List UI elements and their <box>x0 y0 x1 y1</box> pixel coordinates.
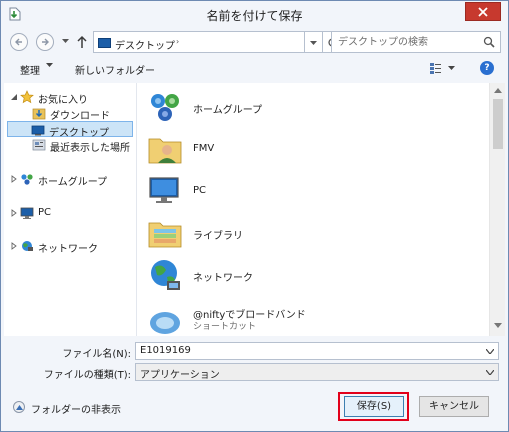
scroll-up-arrow-icon[interactable] <box>494 88 502 93</box>
close-icon <box>478 7 488 17</box>
up-arrow-icon[interactable] <box>75 34 89 50</box>
arrow-left-icon <box>15 38 22 46</box>
tree-item-favorites[interactable]: お気に入り <box>8 89 133 106</box>
item-name: ライブラリ <box>193 231 243 242</box>
computer-icon <box>20 207 34 219</box>
chevron-up-icon <box>16 405 23 410</box>
desktop-icon <box>31 125 45 136</box>
collapse-circle-icon[interactable] <box>13 401 25 413</box>
tree-item-label: 最近表示した場所 <box>50 143 130 154</box>
recent-places-icon <box>32 139 46 151</box>
user-folder-icon <box>148 138 182 164</box>
breadcrumb-chevron-icon[interactable]: › <box>176 37 179 46</box>
list-item-pc[interactable]: PC <box>147 173 467 213</box>
title-bar: 名前を付けて保存 <box>1 1 508 27</box>
chevron-down-icon[interactable] <box>448 66 455 71</box>
breadcrumb-desktop[interactable]: デスクトップ <box>115 37 175 52</box>
vertical-scrollbar[interactable] <box>489 83 505 336</box>
tree-item-label: PC <box>38 207 52 218</box>
hide-folders-label[interactable]: フォルダーの非表示 <box>31 401 121 416</box>
file-list[interactable]: ホームグループ FMV PC ライブラリ ネットワーク @niftyでブロードバ… <box>137 83 489 336</box>
filename-field[interactable]: E1019169 <box>135 342 499 360</box>
view-options-icon[interactable] <box>429 61 443 75</box>
item-name: PC <box>193 185 207 196</box>
homegroup-icon <box>151 94 179 121</box>
command-bar: 整理 新しいフォルダー ? <box>1 57 508 81</box>
filename-label: ファイル名(N): <box>62 349 131 360</box>
list-item-libraries[interactable]: ライブラリ <box>147 215 467 255</box>
shortcut-icon <box>150 312 180 334</box>
tree-item-label: お気に入り <box>38 95 88 106</box>
download-folder-icon <box>32 108 46 120</box>
item-name: FMV <box>193 143 215 154</box>
search-input[interactable] <box>338 35 478 49</box>
recent-locations-chevron-icon[interactable] <box>62 39 69 44</box>
save-button[interactable]: 保存(S) <box>344 396 404 417</box>
collapsed-triangle-icon[interactable] <box>10 209 18 217</box>
tree-item-pc[interactable]: PC <box>8 205 133 221</box>
search-icon[interactable] <box>483 36 495 48</box>
chevron-down-icon[interactable] <box>486 349 494 354</box>
new-folder-button[interactable]: 新しいフォルダー <box>75 62 155 77</box>
collapsed-triangle-icon[interactable] <box>10 242 18 250</box>
tree-item-desktop[interactable]: デスクトップ <box>7 121 133 139</box>
navigation-pane[interactable]: お気に入り ダウンロード デスクトップ 最近表示した場所 ホームグループ PC … <box>4 83 137 336</box>
item-name: ホームグループ <box>193 105 263 116</box>
library-icon <box>148 222 182 248</box>
list-item-nifty-shortcut[interactable]: @niftyでブロードバンド ショートカット <box>147 301 467 336</box>
save-as-dialog: 名前を付けて保存 デスクトップ › デスクトップの検索 整理 新しいフォルダー … <box>0 0 509 432</box>
collapsed-triangle-icon[interactable] <box>10 175 18 183</box>
cancel-button[interactable]: キャンセル <box>419 396 489 417</box>
arrow-right-icon <box>42 38 49 46</box>
chevron-down-icon[interactable] <box>46 63 53 68</box>
list-item-network[interactable]: ネットワーク <box>147 257 467 297</box>
computer-icon <box>149 177 179 203</box>
back-button[interactable] <box>10 33 28 51</box>
expanded-triangle-icon[interactable] <box>10 93 18 101</box>
tree-item-network[interactable]: ネットワーク <box>8 238 133 255</box>
filetype-label: ファイルの種類(T): <box>43 370 131 381</box>
network-icon <box>151 260 180 290</box>
network-icon <box>22 241 33 251</box>
tree-item-homegroup[interactable]: ホームグループ <box>8 171 133 188</box>
tree-item-label: ホームグループ <box>38 177 108 188</box>
list-item-fmv[interactable]: FMV <box>147 131 467 171</box>
tree-item-label: ダウンロード <box>50 111 110 122</box>
tree-item-label: ネットワーク <box>38 244 98 255</box>
tree-item-downloads[interactable]: ダウンロード <box>8 105 133 122</box>
close-button[interactable] <box>465 2 501 21</box>
star-icon <box>20 90 34 104</box>
filetype-value: アプリケーション <box>140 370 220 381</box>
search-box[interactable] <box>331 31 501 53</box>
address-dropdown-button[interactable] <box>305 31 323 53</box>
scrollbar-thumb[interactable] <box>493 99 503 149</box>
organize-button[interactable]: 整理 <box>20 62 40 77</box>
item-name: ネットワーク <box>193 273 253 284</box>
window-title: 名前を付けて保存 <box>206 9 303 23</box>
tree-item-recent-places[interactable]: 最近表示した場所 <box>8 137 133 154</box>
chevron-down-icon <box>310 41 317 45</box>
scroll-down-arrow-icon[interactable] <box>494 323 502 328</box>
address-bar[interactable]: デスクトップ › <box>93 31 305 53</box>
filetype-select[interactable]: アプリケーション <box>135 363 499 381</box>
homegroup-icon <box>21 174 33 185</box>
forward-button[interactable] <box>36 33 54 51</box>
chevron-down-icon[interactable] <box>486 370 494 375</box>
item-subtitle: ショートカット <box>193 322 257 332</box>
desktop-icon <box>98 38 111 48</box>
filename-value[interactable]: E1019169 <box>140 345 191 356</box>
list-item-homegroup[interactable]: ホームグループ <box>147 89 467 129</box>
help-button[interactable]: ? <box>480 61 494 75</box>
